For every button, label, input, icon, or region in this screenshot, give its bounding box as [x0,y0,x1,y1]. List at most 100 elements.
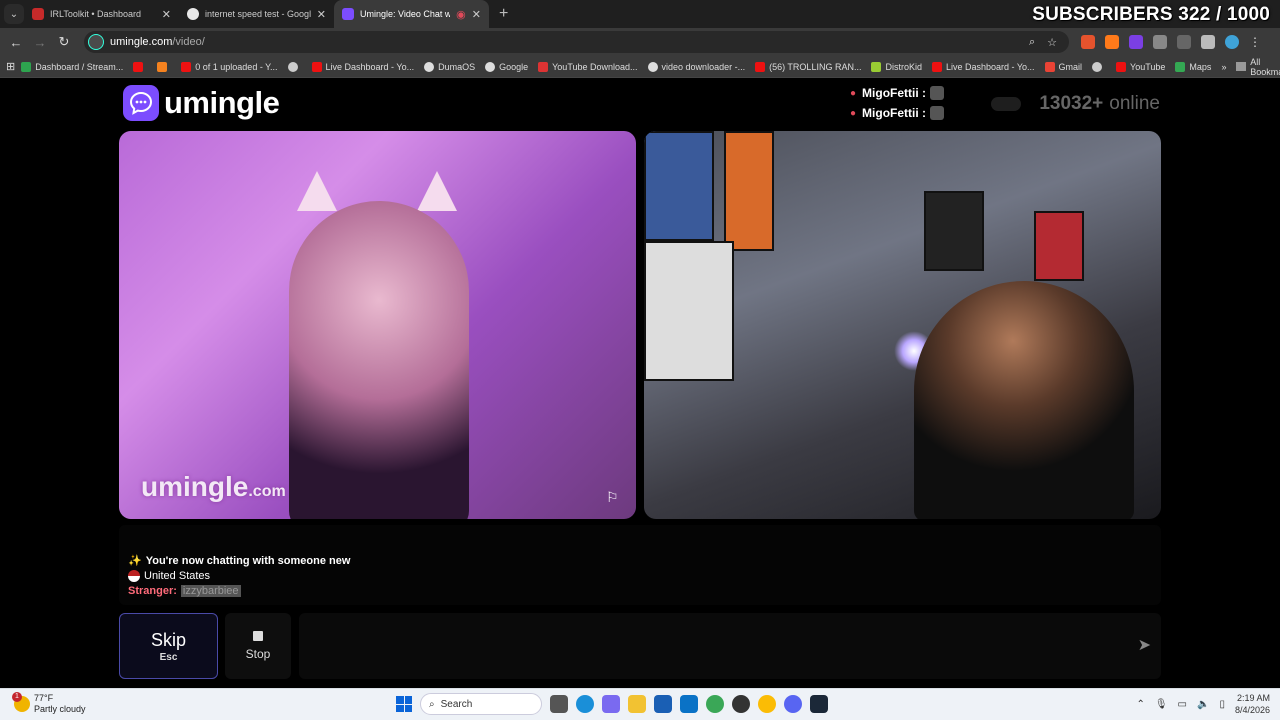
browser-toolbar: ← → ↻ umingle.com/video/ ⌕ ☆ ⋮ [0,28,1280,56]
battery-icon[interactable]: ▯ [1219,699,1225,710]
forward-arrow-icon[interactable]: → [28,35,52,50]
outlook-icon[interactable] [680,695,698,713]
maps-icon [1175,61,1186,72]
obs-icon[interactable] [732,695,750,713]
extensions-puzzle-icon[interactable] [1201,35,1215,49]
all-bookmarks-folder[interactable]: All Bookmarks [1236,57,1280,77]
reload-icon[interactable]: ↻ [52,34,76,50]
windows-start-icon[interactable] [396,696,412,712]
taskbar-search[interactable]: ⌕ Search [420,693,542,715]
stop-square-icon [253,631,263,641]
chrome-icon[interactable] [706,695,724,713]
steam-icon[interactable] [810,695,828,713]
clock[interactable]: 2:19 AM 8/4/2026 [1235,692,1270,716]
taskbar-apps: ⌕ Search [396,693,828,715]
zoom-icon[interactable]: ⌕ [1029,36,1035,49]
bookmark-item[interactable]: DumaOS [424,61,475,72]
browser-menu-icon[interactable]: ⋮ [1249,35,1261,49]
extension-purple-icon[interactable] [1129,35,1143,49]
stranger-username[interactable]: izzybarbiee [180,584,241,597]
tab-umingle[interactable]: Umingle: Video Chat with St ◉ ✕ [334,0,489,28]
bookmark-favicon-icon [21,61,32,72]
bookmark-item[interactable]: Google [485,61,528,72]
tab-title: IRLToolkit • Dashboard [50,9,142,19]
pin-icon: ● [850,107,857,119]
new-tab-button[interactable]: + [499,5,508,23]
volume-icon[interactable]: 🔈 [1197,699,1209,710]
umingle-logo[interactable]: umingle [123,85,280,121]
stop-button[interactable]: Stop [225,613,291,679]
bookmark-item[interactable]: Live Dashboard - Yo... [311,61,414,72]
bookmark-item[interactable] [133,61,147,72]
bookmark-item[interactable]: DistroKid [871,61,922,72]
framed-drawing [644,241,734,381]
tab-search-button[interactable]: ⌄ [4,4,24,24]
url-host: umingle.com [110,36,173,48]
bookmark-item[interactable]: Gmail [1044,61,1082,72]
bookmark-item[interactable]: Dashboard / Stream... [21,61,123,72]
bookmark-item[interactable]: Live Dashboard - Yo... [931,61,1035,72]
bookmark-item[interactable]: (56) TROLLING RAN... [755,61,861,72]
send-icon[interactable]: ➤ [1138,635,1151,655]
bookmark-item[interactable]: YouTube [1116,61,1165,72]
umingle-page: umingle ● MigoFettii : ● MigoFettii : 1303… [0,79,1280,688]
tab-title: Umingle: Video Chat with St [360,9,451,19]
report-flag-icon[interactable]: ⚐ [606,489,622,505]
bookmark-item[interactable] [157,61,171,72]
tab-irltoolkit[interactable]: IRLToolkit • Dashboard ✕ [24,0,179,28]
extension-gamepad-icon[interactable] [1177,35,1191,49]
google-favicon-icon [187,8,199,20]
donor-list: ● MigoFettii : ● MigoFettii : [850,83,945,123]
profile-avatar-icon[interactable] [1225,35,1239,49]
partly-cloudy-icon: 1 [12,692,30,712]
bookmark-item[interactable]: Maps [1175,61,1211,72]
bookmarks-overflow-icon[interactable]: » [1221,62,1226,72]
extension-fire-icon[interactable] [1081,35,1095,49]
message-input[interactable] [299,613,1161,679]
theme-toggle[interactable] [991,97,1022,111]
bookmark-item[interactable] [287,61,302,72]
extension-orange-icon[interactable] [1105,35,1119,49]
microphone-icon[interactable]: 🎙 [1155,699,1168,710]
bookmark-star-icon[interactable]: ☆ [1047,36,1057,49]
gmail-icon [1044,61,1055,72]
chat-log: ✨ You're now chatting with someone new Un… [119,525,1161,605]
chrome-profile-icon[interactable] [758,695,776,713]
tab-title: internet speed test - Google Se [205,9,311,19]
site-info-icon[interactable] [88,34,104,50]
search-icon: ⌕ [429,698,435,710]
chevron-up-icon[interactable]: ⌃ [1136,699,1144,710]
youtube-icon [755,61,766,72]
jersey [924,191,984,271]
copilot-icon[interactable] [602,695,620,713]
stranger-video: umingle.com ⚐ [119,131,636,519]
apps-grid-icon[interactable]: ⊞ [6,60,15,73]
discord-icon[interactable] [784,695,802,713]
network-icon[interactable]: ▭ [1178,699,1187,710]
extension-gray-icon[interactable] [1153,35,1167,49]
task-view-icon[interactable] [550,695,568,713]
youtube-icon [1116,61,1127,72]
edge-icon[interactable] [576,695,594,713]
bookmark-item[interactable]: video downloader -... [647,61,745,72]
close-tab-icon[interactable]: ✕ [162,8,171,21]
close-tab-icon[interactable]: ✕ [472,8,481,21]
skip-button[interactable]: Skip Esc [119,613,218,679]
online-count: 13032+ [1039,93,1104,114]
chat-bubble-logo-icon [123,85,159,121]
bookmarks-bar: ⊞ Dashboard / Stream... 0 of 1 uploaded … [0,56,1280,78]
bookmark-item[interactable]: YouTube Download... [538,61,638,72]
store-icon[interactable] [654,695,672,713]
address-bar[interactable]: umingle.com/video/ ⌕ ☆ [84,31,1069,53]
close-tab-icon[interactable]: ✕ [317,8,326,21]
weather-widget[interactable]: 1 77°F Partly cloudy [12,692,86,715]
self-person [914,281,1134,519]
file-explorer-icon[interactable] [628,695,646,713]
donor-item: ● MigoFettii : [850,103,945,123]
youtube-icon [133,61,144,72]
wall-poster [644,131,714,241]
tab-speed-test[interactable]: internet speed test - Google Se ✕ [179,0,334,28]
bookmark-item[interactable]: 0 of 1 uploaded - Y... [181,61,278,72]
bookmark-item[interactable] [1092,61,1106,72]
back-arrow-icon[interactable]: ← [4,35,28,50]
